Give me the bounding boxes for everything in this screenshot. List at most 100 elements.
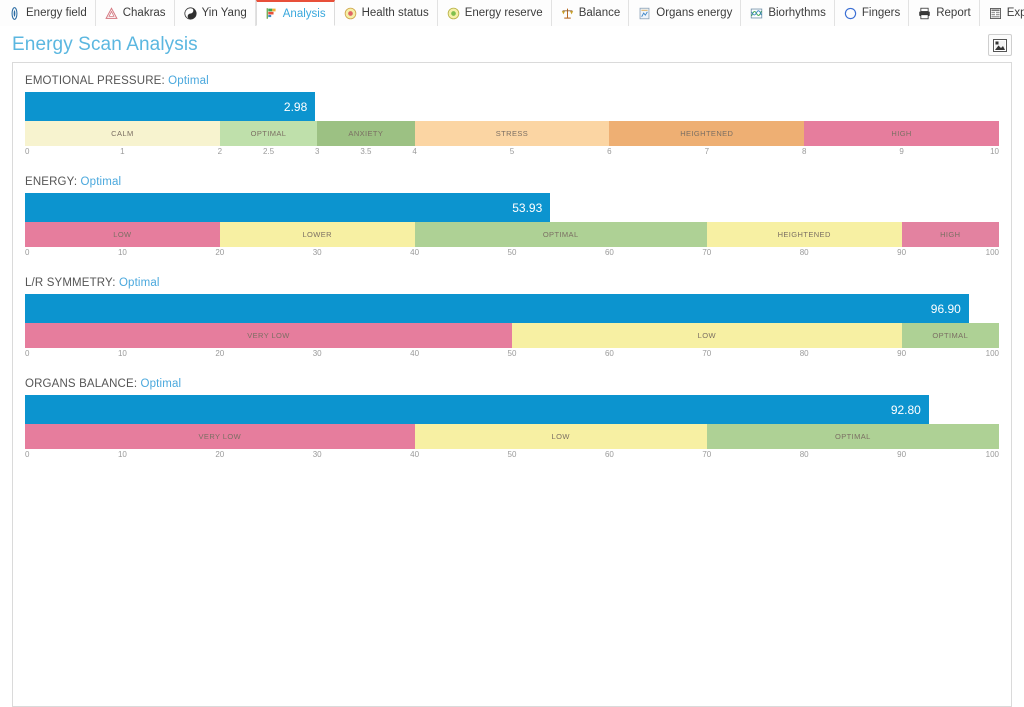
axis-tick: 50	[508, 349, 517, 358]
range-segment: LOW	[512, 323, 902, 348]
metric-l-r-symmetry: L/R SYMMETRY: Optimal96.90VERY LOWLOWOPT…	[13, 273, 1011, 374]
organs-energy-icon	[638, 7, 651, 20]
tab-label: Balance	[579, 7, 621, 19]
range-segment-label: OPTIMAL	[251, 129, 287, 138]
page-body: Energy Scan Analysis EMOTIONAL PRESSURE:…	[0, 26, 1024, 707]
range-segment: LOW	[415, 424, 707, 449]
report-icon	[918, 7, 931, 20]
axis-tick: 60	[605, 248, 614, 257]
range-segment: OPTIMAL	[415, 222, 707, 247]
balance-icon	[561, 7, 574, 20]
metric-organs-balance: ORGANS BALANCE: Optimal 92.80 VERY LOW LOW O…	[13, 374, 1011, 475]
value-bar-fill: 2.98	[25, 92, 315, 121]
range-segment-label: OPTIMAL	[543, 230, 579, 239]
value-label: 92.80	[891, 403, 929, 417]
range-segment: CALM	[25, 121, 220, 146]
tab-analysis[interactable]: Analysis	[256, 0, 335, 26]
range-segments: CALMOPTIMALANXIETYSTRESSHEIGHTENEDHIGH	[25, 121, 999, 146]
axis-tick: 4	[412, 147, 416, 156]
axis-tick: 30	[313, 349, 322, 358]
value-bar-track: 2.98	[25, 92, 999, 121]
axis-tick: 1	[120, 147, 124, 156]
axis-tick: 100	[986, 450, 999, 459]
axis-tick: 90	[897, 248, 906, 257]
tab-label: Energy reserve	[465, 7, 543, 19]
yin-yang-icon	[184, 7, 197, 20]
metric-title: ENERGY	[25, 176, 74, 188]
value-bar-fill: 92.80	[25, 395, 929, 424]
range-segment-label: LOW	[698, 331, 716, 340]
range-segment: LOW	[25, 222, 220, 247]
tab-label: Biorhythms	[768, 7, 826, 19]
range-segment: OPTIMAL	[707, 424, 999, 449]
energy-field-icon	[8, 7, 21, 20]
analysis-icon	[265, 7, 278, 20]
tab-report[interactable]: Report	[909, 0, 980, 26]
tab-label: Fingers	[862, 7, 900, 19]
metric-label: ORGANS BALANCE: Optimal	[13, 374, 1011, 395]
analysis-panel: EMOTIONAL PRESSURE: Optimal2.98CALMOPTIM…	[12, 62, 1012, 707]
gauge: 96.90VERY LOWLOWOPTIMAL01020304050607080…	[13, 294, 1011, 364]
axis-tick: 0	[25, 349, 29, 358]
axis-tick: 20	[215, 248, 224, 257]
range-segment: VERY LOW	[25, 424, 415, 449]
tab-label: Chakras	[123, 7, 166, 19]
status-badge: Optimal	[81, 176, 122, 188]
value-bar-fill: 53.93	[25, 193, 550, 222]
tab-energy-field[interactable]: Energy field	[0, 0, 96, 26]
tab-chakras[interactable]: Chakras	[96, 0, 175, 26]
axis-tick: 10	[118, 248, 127, 257]
axis-tick: 5	[510, 147, 514, 156]
metric-energy: ENERGY: Optimal53.93LOW LOWER OPTIMAL HEIGH…	[13, 172, 1011, 273]
range-segment-label: STRESS	[496, 129, 528, 138]
axis-tick: 50	[508, 450, 517, 459]
tab-biorhythms[interactable]: Biorhythms	[741, 0, 835, 26]
tab-health-status[interactable]: Health status	[335, 0, 438, 26]
axis-tick: 0	[25, 450, 29, 459]
tab-label: Analysis	[283, 8, 326, 20]
axis-tick: 9	[899, 147, 903, 156]
main-tabbar: Energy field Chakras Yin Yang Analysis Healt…	[0, 0, 1024, 26]
axis-tick: 2	[218, 147, 222, 156]
axis-tick: 10	[990, 147, 999, 156]
biorhythms-icon	[750, 7, 763, 20]
range-segment-label: LOW	[552, 432, 570, 441]
tab-balance[interactable]: Balance	[552, 0, 630, 26]
range-segment-label: OPTIMAL	[932, 331, 968, 340]
range-segment: ANXIETY	[317, 121, 414, 146]
tab-fingers[interactable]: Fingers	[835, 0, 909, 26]
metric-title: EMOTIONAL PRESSURE	[25, 75, 161, 87]
metric-label: ENERGY: Optimal	[13, 172, 1011, 193]
axis-tick: 0	[25, 248, 29, 257]
tab-export-to-csv[interactable]: Export to CSV	[980, 0, 1024, 26]
range-segment-label: OPTIMAL	[835, 432, 871, 441]
axis-tick: 50	[508, 248, 517, 257]
axis-tick: 10	[118, 349, 127, 358]
gauge: 2.98CALMOPTIMALANXIETYSTRESSHEIGHTENEDHI…	[13, 92, 1011, 162]
gauge: 92.80VERY LOWLOWOPTIMAL01020304050607080…	[13, 395, 1011, 465]
range-segment: VERY LOW	[25, 323, 512, 348]
page-title: Energy Scan Analysis	[12, 34, 198, 56]
metric-title: ORGANS BALANCE	[25, 378, 134, 390]
range-segment: OPTIMAL	[902, 323, 999, 348]
axis-tick: 100	[986, 349, 999, 358]
health-status-icon	[344, 7, 357, 20]
image-icon[interactable]	[988, 34, 1012, 56]
tab-yin-yang[interactable]: Yin Yang	[175, 0, 256, 26]
tab-organs-energy[interactable]: Organs energy	[629, 0, 741, 26]
range-segment-label: HIGH	[940, 230, 960, 239]
range-segment: STRESS	[415, 121, 610, 146]
axis-tick: 20	[215, 349, 224, 358]
range-segment: HEIGHTENED	[707, 222, 902, 247]
range-segment-label: LOWER	[302, 230, 332, 239]
value-label: 96.90	[931, 302, 969, 316]
page-titlebar: Energy Scan Analysis	[12, 32, 1012, 62]
range-segment-label: HEIGHTENED	[778, 230, 831, 239]
x-axis: 0102030405060708090100	[25, 450, 999, 465]
axis-tick: 80	[800, 450, 809, 459]
range-segments: VERY LOW LOW OPTIMAL	[25, 323, 999, 348]
tab-energy-reserve[interactable]: Energy reserve	[438, 0, 552, 26]
range-segments: LOW LOWER OPTIMAL HEIGHTENED HIGH	[25, 222, 999, 247]
axis-tick: 80	[800, 349, 809, 358]
tab-label: Export to CSV	[1007, 7, 1024, 19]
